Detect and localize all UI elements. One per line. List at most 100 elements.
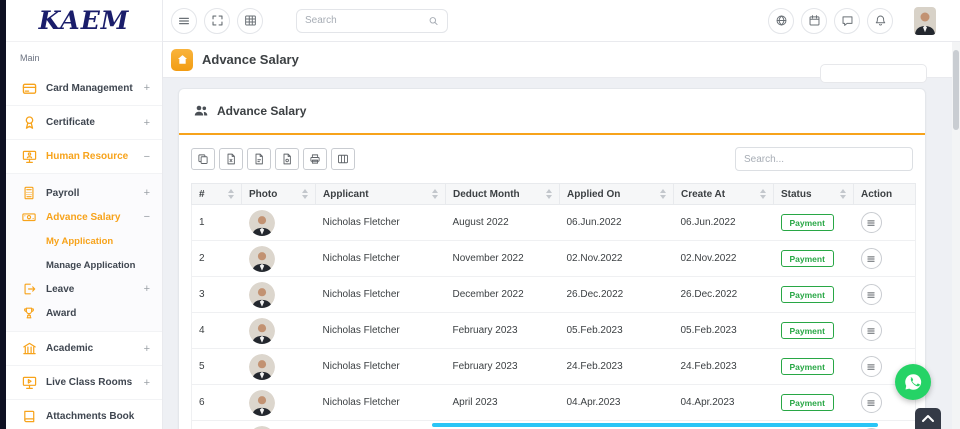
page-title: Advance Salary: [202, 52, 299, 67]
card-toolbar: [179, 135, 925, 183]
sidebar-item-attachments-book[interactable]: Attachments Book: [6, 399, 162, 429]
hamburger-menu-button[interactable]: [171, 8, 197, 34]
sidebar-item-my-application[interactable]: My Application: [6, 229, 162, 253]
sidebar-item-advance-salary[interactable]: Advance Salary −: [6, 205, 162, 229]
card-title: Advance Salary: [217, 104, 306, 118]
sidebar-item-certificate[interactable]: Certificate +: [6, 105, 162, 139]
applicant-avatar: [249, 426, 275, 429]
cell-deduct-month: December 2022: [446, 277, 560, 313]
cell-photo: [242, 313, 316, 349]
vertical-scrollbar-thumb[interactable]: [953, 50, 959, 130]
sidebar-item-live-class-rooms[interactable]: Live Class Rooms +: [6, 365, 162, 399]
row-action-button[interactable]: [861, 320, 882, 341]
whatsapp-icon: [902, 371, 924, 393]
calendar-button[interactable]: [801, 8, 827, 34]
cell-create-at: 06.Jun.2022: [674, 205, 774, 241]
row-action-button[interactable]: [861, 392, 882, 413]
whatsapp-button[interactable]: [895, 364, 931, 400]
cell-deduct-month: February 2023: [446, 349, 560, 385]
col-header-action: Action: [854, 184, 916, 205]
cell-status: Payment: [774, 241, 854, 277]
cell-applicant: Nicholas Fletcher: [316, 349, 446, 385]
cell-status: Payment: [774, 385, 854, 421]
user-avatar[interactable]: [914, 7, 936, 35]
applicant-avatar: [249, 210, 275, 236]
cell-deduct-month: April 2023: [446, 385, 560, 421]
csv-export-button[interactable]: [247, 148, 271, 170]
status-badge: Payment: [781, 394, 834, 411]
apps-grid-button[interactable]: [237, 8, 263, 34]
cell-applicant: Nicholas Fletcher: [316, 385, 446, 421]
notifications-bell-button[interactable]: [867, 8, 893, 34]
advance-salary-card: Advance Salary: [178, 88, 926, 429]
excel-export-button[interactable]: [219, 148, 243, 170]
col-header-applicant[interactable]: Applicant: [316, 184, 446, 205]
home-icon[interactable]: [171, 49, 193, 71]
horizontal-scrollbar[interactable]: [432, 423, 878, 427]
advance-salary-table: # Photo Applicant Deduct Month Applied O…: [191, 183, 916, 429]
row-action-button[interactable]: [861, 284, 882, 305]
award-trophy-icon: [22, 306, 37, 321]
scroll-to-top-button[interactable]: [915, 408, 941, 429]
action-menu-icon: [866, 254, 876, 264]
search-icon: [428, 15, 439, 27]
status-badge: Payment: [781, 322, 834, 339]
col-header-status[interactable]: Status: [774, 184, 854, 205]
cell-create-at: 05.Feb.2023: [674, 313, 774, 349]
table-search-input[interactable]: [735, 147, 913, 171]
print-button[interactable]: [303, 148, 327, 170]
table-row: 5 Nicholas Fletcher February 2023 24.Feb…: [192, 349, 916, 385]
col-header-create-at[interactable]: Create At: [674, 184, 774, 205]
pdf-export-button[interactable]: [275, 148, 299, 170]
sidebar-item-manage-application[interactable]: Manage Application: [6, 253, 162, 277]
partial-panel: [820, 64, 927, 83]
table-row: 4 Nicholas Fletcher February 2023 05.Feb…: [192, 313, 916, 349]
column-visibility-button[interactable]: [331, 148, 355, 170]
collapse-minus-icon: −: [144, 151, 150, 163]
sort-icon: [432, 189, 438, 199]
cell-photo: [242, 385, 316, 421]
attachments-book-icon: [22, 409, 37, 424]
col-header-deduct-month[interactable]: Deduct Month: [446, 184, 560, 205]
row-action-button[interactable]: [861, 248, 882, 269]
columns-icon: [337, 153, 349, 165]
expand-plus-icon: +: [144, 283, 150, 295]
sidebar-item-label: Human Resource: [46, 151, 128, 162]
col-header-num[interactable]: #: [192, 184, 242, 205]
row-action-button[interactable]: [861, 212, 882, 233]
logo-container[interactable]: KAEM: [6, 0, 162, 42]
row-action-button[interactable]: [861, 356, 882, 377]
sidebar-item-human-resource[interactable]: Human Resource −: [6, 139, 162, 173]
col-header-photo[interactable]: Photo: [242, 184, 316, 205]
col-header-applied-on[interactable]: Applied On: [560, 184, 674, 205]
sidebar-item-payroll[interactable]: Payroll +: [6, 181, 162, 205]
cell-num: 2: [192, 241, 242, 277]
sidebar-item-academic[interactable]: Academic +: [6, 331, 162, 365]
csv-file-icon: [253, 153, 265, 165]
card-header: Advance Salary: [179, 89, 925, 135]
cell-photo: [242, 421, 316, 429]
cell-action: [854, 241, 916, 277]
messages-button[interactable]: [834, 8, 860, 34]
table-header-row: # Photo Applicant Deduct Month Applied O…: [192, 184, 916, 205]
cell-applicant: Nicholas Fletcher: [316, 421, 446, 429]
status-badge: Payment: [781, 250, 834, 267]
cell-create-at: 24.Feb.2023: [674, 349, 774, 385]
sidebar-item-label: Certificate: [46, 117, 95, 128]
table-row: 2 Nicholas Fletcher November 2022 02.Nov…: [192, 241, 916, 277]
sort-icon: [840, 189, 846, 199]
copy-button[interactable]: [191, 148, 215, 170]
sidebar-item-award[interactable]: Award: [6, 301, 162, 325]
language-globe-button[interactable]: [768, 8, 794, 34]
sidebar-item-leave[interactable]: Leave +: [6, 277, 162, 301]
cell-action: [854, 313, 916, 349]
topbar-search-input[interactable]: [305, 15, 428, 26]
sort-icon: [302, 189, 308, 199]
fullscreen-button[interactable]: [204, 8, 230, 34]
applicant-avatar: [249, 390, 275, 416]
cell-num: 7: [192, 421, 242, 429]
expand-plus-icon: +: [144, 343, 150, 355]
action-menu-icon: [866, 218, 876, 228]
sidebar-item-card-management[interactable]: Card Management +: [6, 71, 162, 105]
action-menu-icon: [866, 290, 876, 300]
